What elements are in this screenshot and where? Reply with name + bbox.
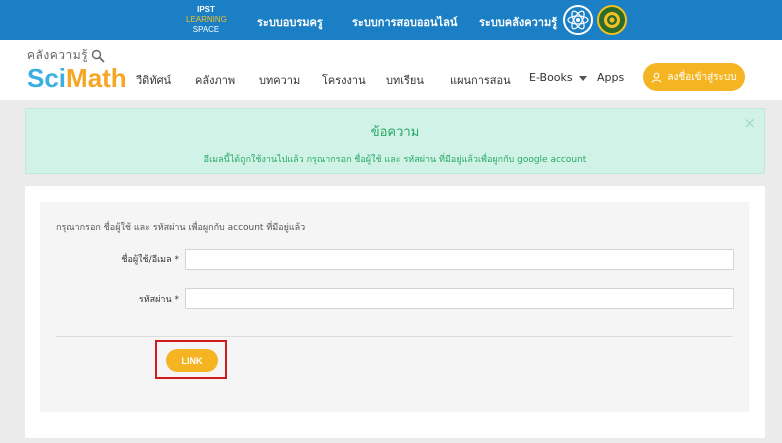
nav-item-ebooks[interactable]: E-Books: [529, 71, 587, 84]
brand-math: Math: [66, 63, 127, 93]
username-label: ชื่อผู้ใช้/อีเมล *: [121, 255, 179, 265]
main-navbar: คลังความรู้ SciMath วีดิทัศน์ คลังภาพ บท…: [0, 40, 782, 100]
ipst-learning-space-logo[interactable]: IPST LEARNING SPACE: [186, 5, 227, 35]
magnifier-icon: [91, 49, 105, 63]
link-button[interactable]: LINK: [166, 349, 218, 372]
top-bar: IPST LEARNING SPACE ระบบอบรมครู ระบบการส…: [0, 0, 782, 40]
top-link-knowledge-bank[interactable]: ระบบคลังความรู้: [479, 13, 557, 31]
ipst-logo-line1: IPST: [197, 5, 215, 14]
nav-item-ebooks-label: E-Books: [529, 71, 573, 84]
nav-item-apps[interactable]: Apps: [597, 71, 624, 84]
form-instruction: กรุณากรอก ชื่อผู้ใช้ และ รหัสผ่าน เพื่อผ…: [56, 223, 306, 233]
nav-item-articles[interactable]: บทความ: [259, 71, 300, 89]
brand-sci: Sci: [27, 63, 67, 93]
login-button-label: ลงชื่อเข้าสู่ระบบ: [667, 71, 737, 83]
alert-title: ข้อความ: [370, 125, 420, 140]
user-icon: [651, 72, 662, 83]
password-label: รหัสผ่าน *: [138, 295, 179, 305]
scimath-logo[interactable]: คลังความรู้ SciMath: [27, 46, 127, 91]
nav-item-lessons[interactable]: บทเรียน: [386, 71, 424, 89]
ipst-logo-line2: LEARNING: [186, 15, 227, 24]
ipst-logo-line3: SPACE: [192, 25, 220, 34]
atom-emblem-icon[interactable]: [563, 5, 593, 35]
ministry-seal-icon[interactable]: [597, 5, 627, 35]
close-icon[interactable]: ×: [743, 116, 756, 131]
top-link-online-exam[interactable]: ระบบการสอบออนไลน์: [352, 13, 457, 31]
login-button[interactable]: ลงชื่อเข้าสู่ระบบ: [643, 63, 745, 91]
alert-message: อีเมลนี้ได้ถูกใช้งานไปแล้ว กรุณากรอก ชื่…: [203, 155, 587, 165]
nav-item-images[interactable]: คลังภาพ: [195, 71, 235, 89]
nav-item-projects[interactable]: โครงงาน: [322, 71, 366, 89]
username-input[interactable]: [185, 249, 734, 270]
nav-item-videos[interactable]: วีดิทัศน์: [136, 71, 171, 89]
password-input[interactable]: [185, 288, 734, 309]
top-link-teacher-training[interactable]: ระบบอบรมครู: [257, 13, 323, 31]
chevron-down-icon: [578, 75, 587, 81]
nav-item-lesson-plans[interactable]: แผนการสอน: [450, 71, 511, 89]
form-divider: [56, 336, 733, 337]
message-alert: ข้อความ อีเมลนี้ได้ถูกใช้งานไปแล้ว กรุณา…: [25, 108, 765, 174]
